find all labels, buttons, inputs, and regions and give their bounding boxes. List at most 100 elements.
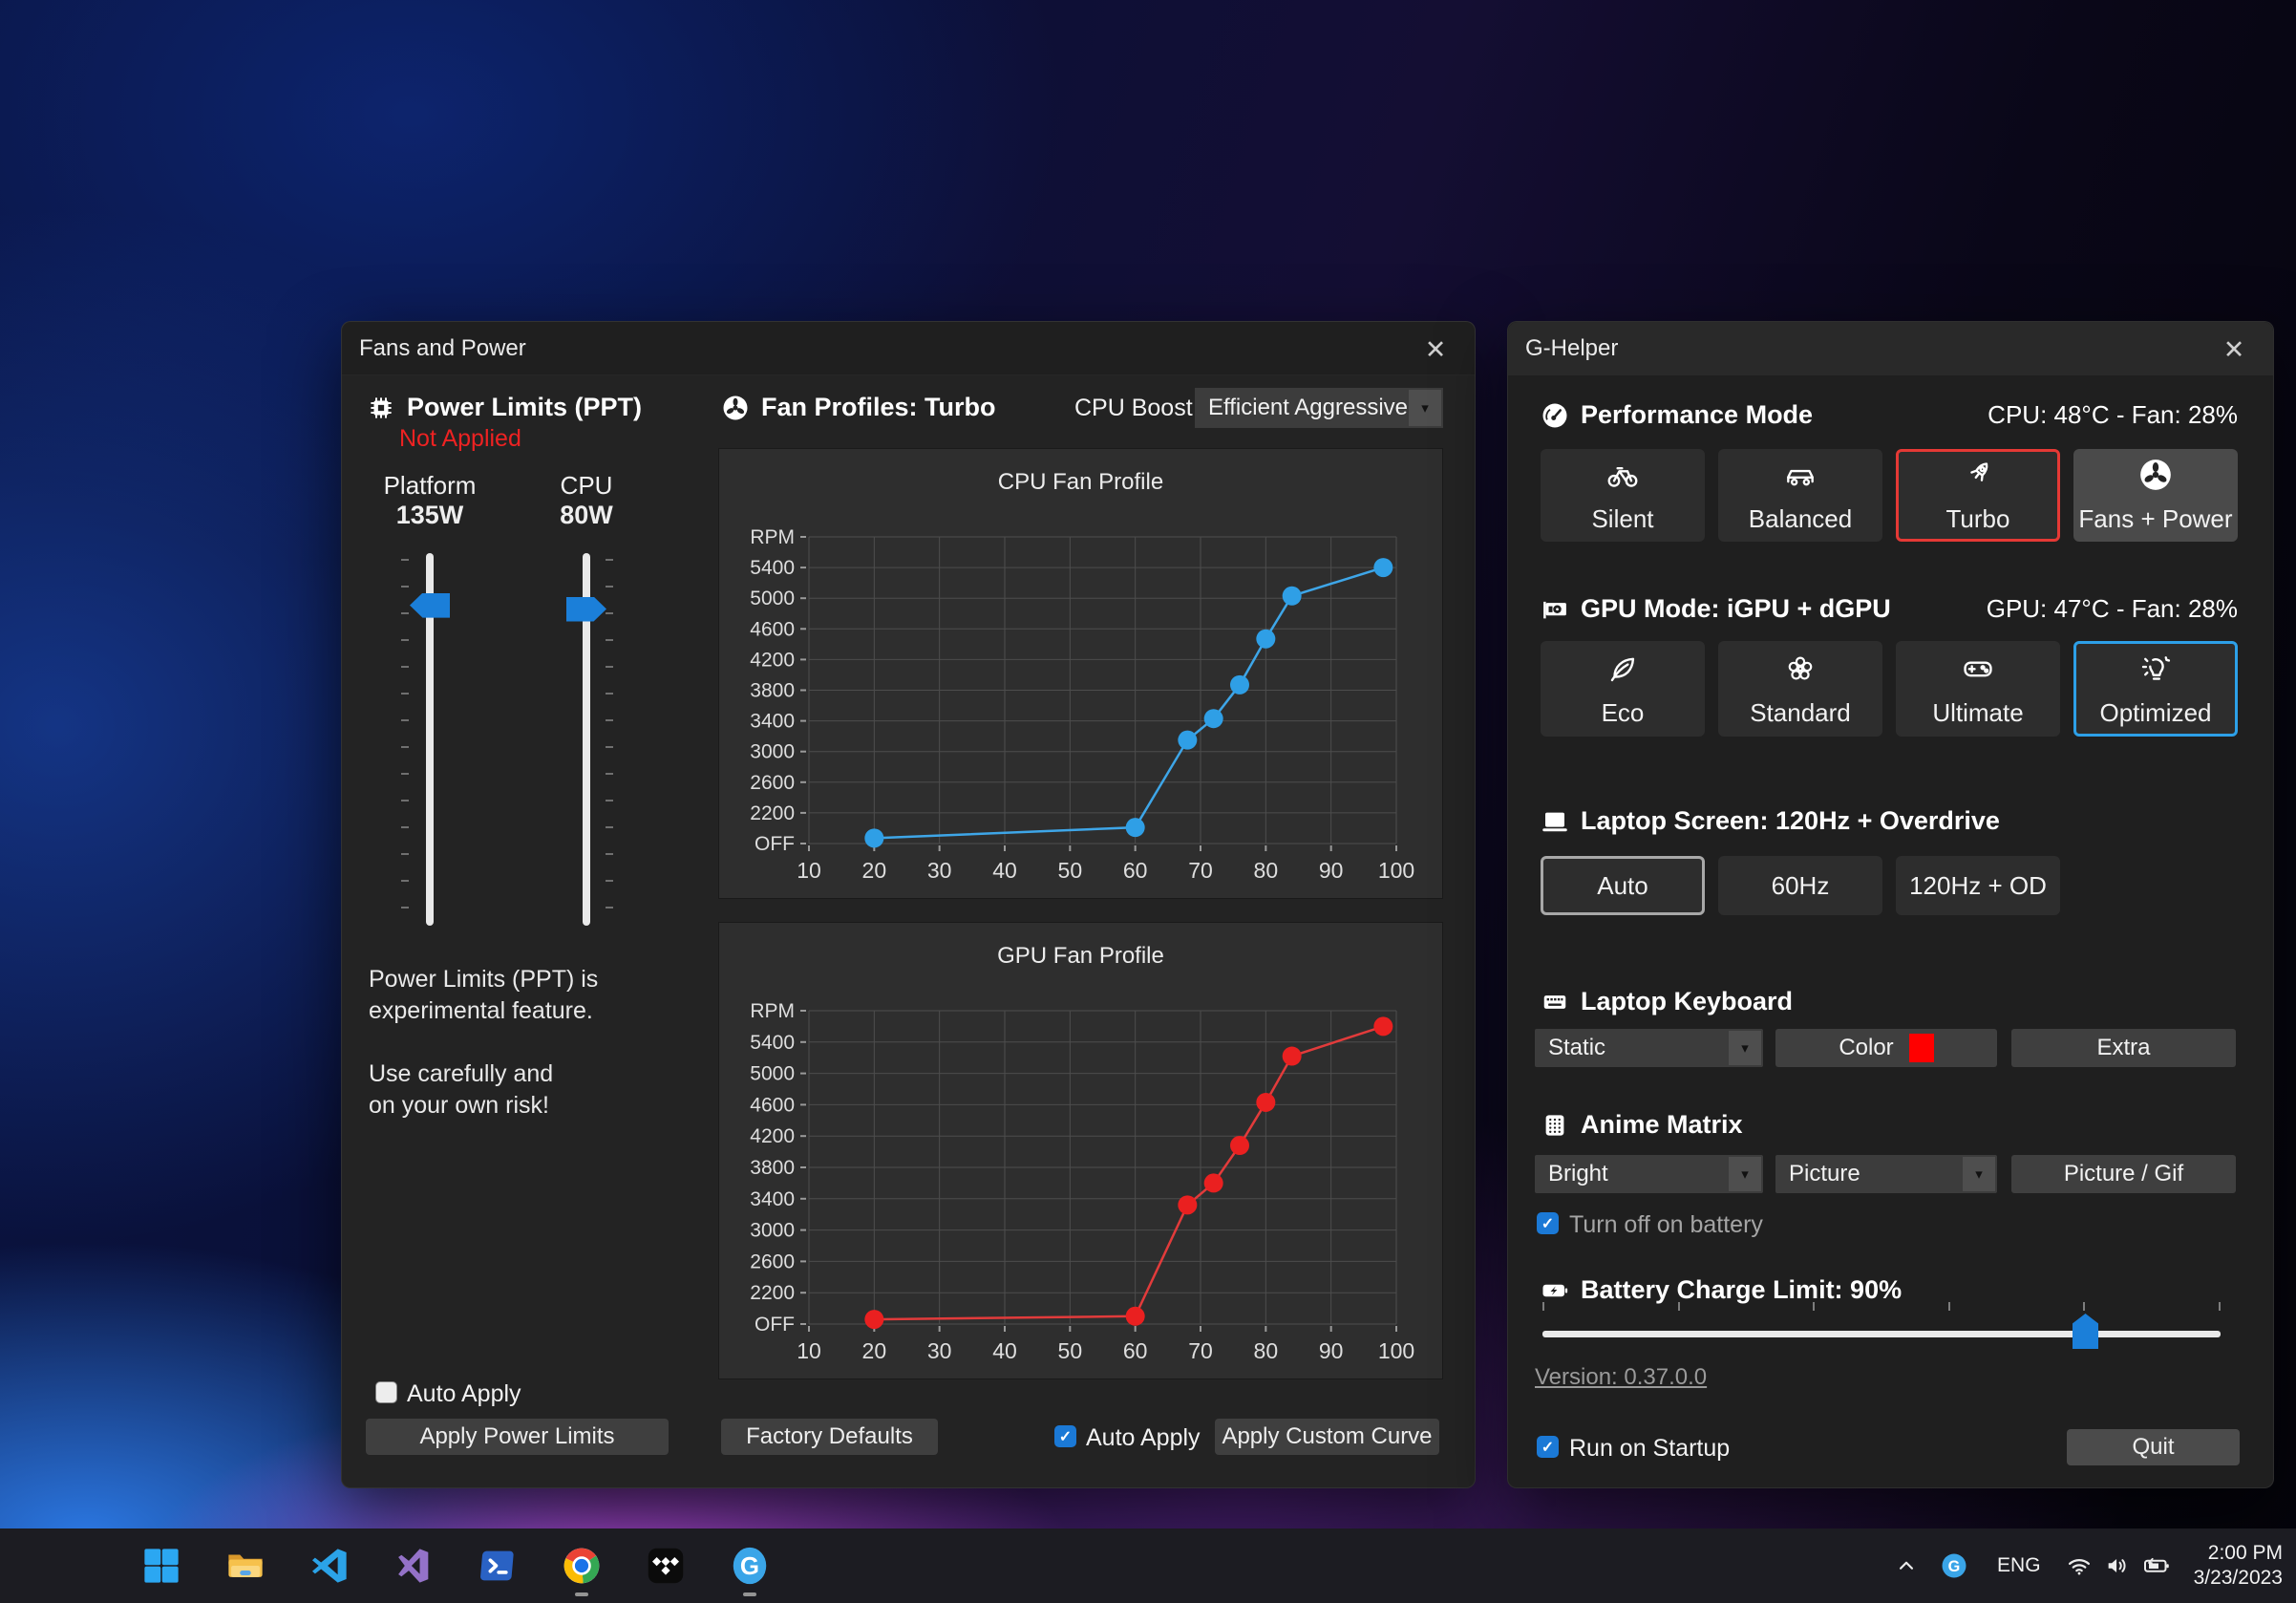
slider-tick <box>401 746 409 748</box>
svg-text:2600: 2600 <box>750 772 795 794</box>
tile-turbo[interactable]: Turbo <box>1896 449 2060 542</box>
cpu-boost-dropdown[interactable]: Efficient Aggressive <box>1195 388 1443 428</box>
taskbar-app-chrome-icon[interactable] <box>560 1544 604 1588</box>
chevron-down-icon[interactable] <box>1729 1157 1761 1191</box>
platform-power-slider[interactable]: Platform 135W <box>372 471 487 977</box>
taskbar-app-visual-studio-icon[interactable] <box>392 1544 436 1588</box>
gpu-temp-status: GPU: 47°C - Fan: 28% <box>1987 594 2238 624</box>
speaker-icon[interactable] <box>2104 1552 2131 1579</box>
slider-thumb[interactable] <box>566 597 606 622</box>
clock[interactable]: 2:00 PM 3/23/2023 <box>2194 1541 2283 1591</box>
auto-apply-curve-checkbox[interactable] <box>1054 1425 1076 1447</box>
chevron-down-icon[interactable] <box>1729 1031 1761 1065</box>
tile-balanced[interactable]: Balanced <box>1718 449 1882 542</box>
curve-point[interactable] <box>1283 587 1302 606</box>
anime-brightness-value: Bright <box>1548 1161 1608 1187</box>
tile-fans-power[interactable]: Fans + Power <box>2073 449 2238 542</box>
curve-point[interactable] <box>1256 630 1275 649</box>
curve-point[interactable] <box>1178 731 1197 750</box>
curve-point[interactable] <box>864 828 883 847</box>
slider-tick <box>1813 1302 1815 1311</box>
color-swatch[interactable] <box>1909 1034 1934 1062</box>
tile-eco[interactable]: Eco <box>1541 641 1705 737</box>
keyboard-color-button[interactable]: Color <box>1775 1029 1997 1067</box>
tile-label: Silent <box>1591 504 1653 534</box>
fan-disc-icon <box>2137 457 2174 493</box>
taskbar-app-g-helper-icon[interactable]: G <box>728 1544 772 1588</box>
chevron-down-icon[interactable] <box>1963 1157 1995 1191</box>
slider-thumb[interactable] <box>2073 1314 2098 1349</box>
performance-mode-header: Performance Mode <box>1541 400 1813 430</box>
ghelper-titlebar[interactable]: G-Helper <box>1508 322 2273 375</box>
factory-defaults-button[interactable]: Factory Defaults <box>721 1419 938 1455</box>
battery-tray-icon[interactable] <box>2142 1551 2171 1580</box>
taskbar-app-file-explorer-icon[interactable] <box>223 1544 267 1588</box>
anime-content-dropdown[interactable]: Picture <box>1775 1155 1997 1193</box>
slider-tick <box>401 907 409 908</box>
picture-gif-button[interactable]: Picture / Gif <box>2011 1155 2236 1193</box>
run-on-startup-checkbox[interactable] <box>1537 1436 1559 1458</box>
slider-tick <box>401 800 409 802</box>
tile-standard[interactable]: Standard <box>1718 641 1882 737</box>
quit-button[interactable]: Quit <box>2067 1429 2240 1465</box>
taskbar-app-vscode-icon[interactable] <box>308 1544 351 1588</box>
language-indicator[interactable]: ENG <box>1997 1554 2041 1577</box>
curve-point[interactable] <box>864 1310 883 1329</box>
curve-point[interactable] <box>1373 1016 1392 1036</box>
curve-point[interactable] <box>1204 1173 1223 1192</box>
taskbar-app-tidal-icon[interactable] <box>644 1544 688 1588</box>
battery-charge-slider[interactable] <box>1542 1302 2221 1363</box>
curve-point[interactable] <box>1178 1195 1197 1214</box>
wifi-icon[interactable] <box>2066 1552 2093 1579</box>
version-link[interactable]: Version: 0.37.0.0 <box>1535 1364 1707 1391</box>
optimized-icon <box>2137 651 2174 687</box>
tray-chevron-up-icon[interactable] <box>1894 1553 1919 1578</box>
slider-tick <box>606 666 613 668</box>
keyboard-mode-dropdown[interactable]: Static <box>1535 1029 1763 1067</box>
gpu-fan-profile-chart[interactable]: GPU Fan ProfileOFF2200260030003400380042… <box>718 922 1443 1379</box>
curve-point[interactable] <box>1230 1136 1249 1155</box>
curve-point[interactable] <box>1126 1307 1145 1326</box>
curve-point[interactable] <box>1230 675 1249 695</box>
tile-ultimate[interactable]: Ultimate <box>1896 641 2060 737</box>
clock-date: 3/23/2023 <box>2194 1566 2283 1591</box>
curve-point[interactable] <box>1126 818 1145 837</box>
svg-text:70: 70 <box>1188 858 1213 883</box>
cpu-fan-curve[interactable]: CPU Fan ProfileOFF2200260030003400380042… <box>719 449 1442 896</box>
tile-silent[interactable]: Silent <box>1541 449 1705 542</box>
svg-text:4600: 4600 <box>750 618 795 640</box>
turn-off-on-battery-checkbox[interactable] <box>1537 1212 1559 1234</box>
curve-point[interactable] <box>1256 1093 1275 1112</box>
curve-point[interactable] <box>1283 1047 1302 1066</box>
tile-optimized[interactable]: Optimized <box>2073 641 2238 737</box>
keyboard-extra-button[interactable]: Extra <box>2011 1029 2236 1067</box>
tray-ghelper-icon[interactable]: G <box>1940 1551 1968 1580</box>
slider-thumb[interactable] <box>410 593 450 618</box>
cpu-fan-profile-chart[interactable]: CPU Fan ProfileOFF2200260030003400380042… <box>718 448 1443 899</box>
tile-60hz[interactable]: 60Hz <box>1718 856 1882 915</box>
close-icon[interactable] <box>1421 335 1450 364</box>
slider-track[interactable] <box>1542 1331 2221 1337</box>
apply-power-limits-button[interactable]: Apply Power Limits <box>366 1419 669 1455</box>
curve-point[interactable] <box>1204 709 1223 728</box>
tile-auto[interactable]: Auto <box>1541 856 1705 915</box>
close-icon[interactable] <box>2220 335 2248 364</box>
apply-custom-curve-button[interactable]: Apply Custom Curve <box>1215 1419 1439 1455</box>
slider-tick <box>401 559 409 561</box>
taskbar-app-start-icon[interactable] <box>139 1544 183 1588</box>
chevron-down-icon[interactable] <box>1409 390 1441 426</box>
desktop: Fans and Power Power Limits (PPT) Not Ap… <box>0 0 2296 1603</box>
fans-titlebar[interactable]: Fans and Power <box>342 322 1475 375</box>
taskbar-app-terminal-icon[interactable] <box>476 1544 520 1588</box>
tile-120hz-od[interactable]: 120Hz + OD <box>1896 856 2060 915</box>
gpu-fan-curve[interactable]: GPU Fan ProfileOFF2200260030003400380042… <box>719 923 1442 1377</box>
cpu-power-slider[interactable]: CPU 80W <box>529 471 644 977</box>
slider-tick <box>606 586 613 588</box>
keyboard-mode-value: Static <box>1548 1035 1605 1061</box>
fan-icon <box>721 394 750 422</box>
curve-point[interactable] <box>1373 558 1392 577</box>
slider-tick <box>401 693 409 695</box>
svg-text:20: 20 <box>862 1338 887 1363</box>
anime-brightness-dropdown[interactable]: Bright <box>1535 1155 1763 1193</box>
auto-apply-power-checkbox[interactable] <box>375 1381 397 1403</box>
